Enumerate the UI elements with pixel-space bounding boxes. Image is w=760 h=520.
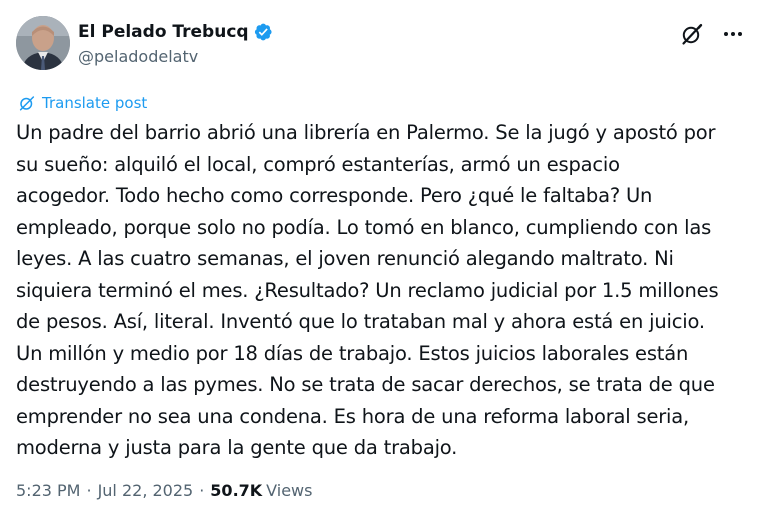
post-text-line: acogedor. Todo hecho como corresponde. P…: [16, 184, 653, 207]
post-text-line: leyes. A las cuatro semanas, el joven re…: [16, 247, 674, 270]
post: El Pelado Trebucq @peladodelatv Translat…: [0, 0, 760, 520]
post-text-line: moderna y justa para la gente que da tra…: [16, 436, 458, 459]
post-text-line: siquiera terminó el mes. ¿Resultado? Un …: [16, 278, 719, 302]
verified-badge-icon[interactable]: [253, 22, 273, 42]
post-header: El Pelado Trebucq @peladodelatv: [16, 16, 744, 72]
avatar[interactable]: [16, 16, 70, 70]
author-handle[interactable]: @peladodelatv: [78, 47, 273, 66]
header-actions: [680, 22, 744, 46]
post-meta: 5:23 PM · Jul 22, 2025 · 50.7K Views: [16, 481, 312, 500]
post-time[interactable]: 5:23 PM: [16, 481, 80, 500]
post-text-line: su sueño: alquiló el local, compró estan…: [16, 152, 620, 176]
translate-icon: [18, 94, 36, 112]
post-text-line: destruyendo a las pymes. No se trata de …: [16, 373, 715, 396]
more-options-icon[interactable]: [722, 23, 744, 45]
post-text-line: emprender no sea una condena. Es hora de…: [16, 404, 690, 428]
post-text: Un padre del barrio abrió una librería e…: [16, 117, 744, 464]
meta-separator: ·: [86, 481, 92, 500]
author-names: El Pelado Trebucq @peladodelatv: [78, 20, 273, 66]
meta-separator: ·: [199, 481, 205, 500]
post-text-line: de pesos. Así, literal. Inventó que lo t…: [16, 310, 705, 333]
translate-post-link[interactable]: Translate post: [18, 94, 147, 112]
post-text-line: Un padre del barrio abrió una librería e…: [16, 121, 716, 144]
translate-post-label: Translate post: [42, 94, 148, 112]
author-display-name[interactable]: El Pelado Trebucq: [78, 22, 249, 42]
views-label: Views: [266, 481, 313, 500]
grok-icon[interactable]: [680, 22, 704, 46]
display-name-row: El Pelado Trebucq: [78, 20, 273, 44]
post-text-line: Un millón y medio por 18 días de trabajo…: [16, 341, 689, 365]
post-text-line: empleado, porque solo no podía. Lo tomó …: [16, 215, 712, 239]
views-count: 50.7K: [210, 481, 263, 500]
post-date[interactable]: Jul 22, 2025: [98, 481, 194, 500]
